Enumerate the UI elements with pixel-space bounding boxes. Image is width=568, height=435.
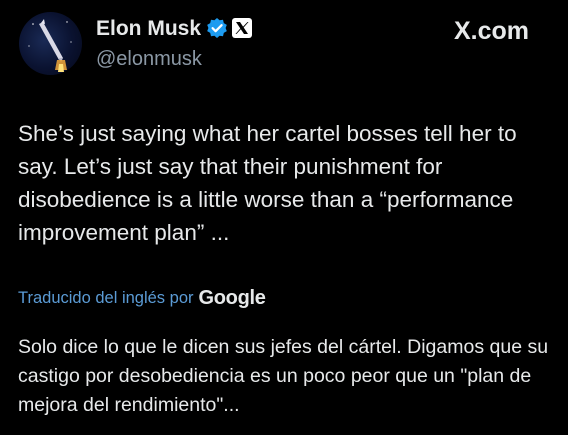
avatar[interactable] (19, 12, 82, 75)
user-handle[interactable]: @elonmusk (96, 47, 202, 71)
x-logo-icon (235, 22, 249, 34)
display-name[interactable]: Elon Musk (96, 16, 201, 42)
verified-badge-icon (207, 18, 227, 38)
google-logo: Google (198, 286, 266, 309)
translation-attribution: Traducido del inglés por Google (18, 284, 266, 312)
translated-by-link[interactable]: Traducido del inglés por (18, 289, 194, 308)
translated-text: Solo dice lo que le dicen sus jefes del … (18, 336, 549, 416)
brand-logo: X.com (453, 16, 529, 46)
tweet-text: She’s just saying what her cartel bosses… (18, 121, 517, 245)
rocket-icon (28, 19, 72, 72)
tweet-card: Elon Musk @elonmusk X.com She’s just say… (0, 0, 568, 435)
brand-text: X.com (454, 17, 530, 45)
x-affiliation-badge (232, 18, 252, 38)
